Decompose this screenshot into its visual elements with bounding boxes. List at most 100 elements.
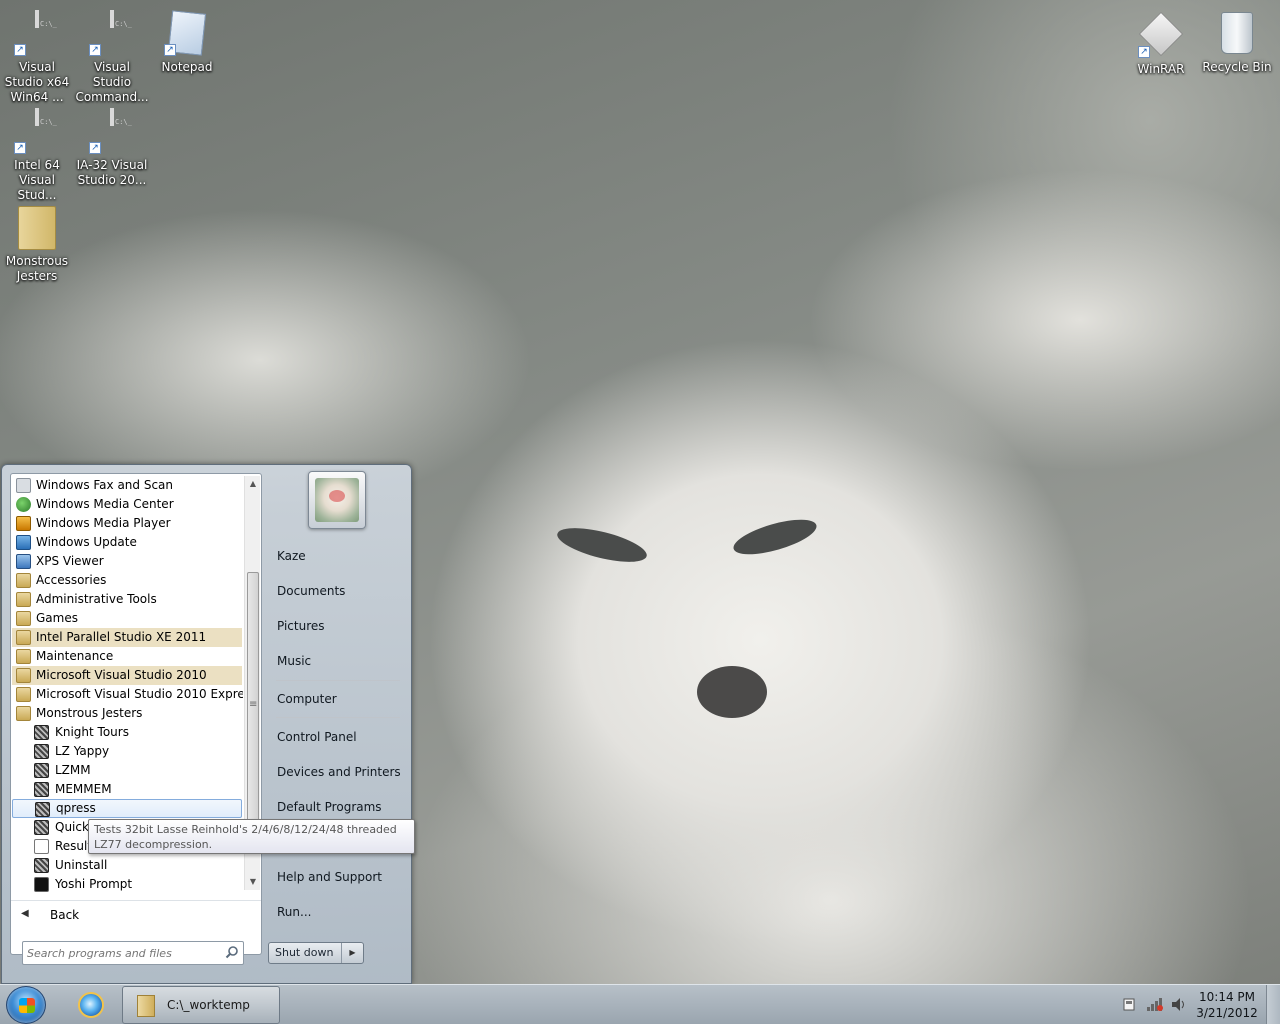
program-folder-maintenance[interactable]: Maintenance	[12, 647, 242, 666]
scroll-down-arrow-icon[interactable]: ▼	[245, 874, 261, 890]
program-label: Knight Tours	[55, 725, 129, 739]
program-label: Games	[36, 611, 78, 625]
program-item-media-player[interactable]: Windows Media Player	[12, 514, 242, 533]
folder-icon	[16, 611, 31, 626]
program-item-media-center[interactable]: Windows Media Center	[12, 495, 242, 514]
shutdown-options-arrow-icon[interactable]: ▶	[341, 943, 363, 963]
back-label: Back	[50, 908, 80, 922]
shortcut-arrow-icon: ↗	[89, 44, 101, 56]
program-item-windows-update[interactable]: Windows Update	[12, 533, 242, 552]
network-icon[interactable]	[1146, 997, 1164, 1012]
program-item-uninstall[interactable]: Uninstall	[12, 856, 242, 875]
search-box[interactable]	[22, 941, 244, 965]
folder-icon	[16, 630, 31, 645]
program-item-memmem[interactable]: MEMMEM	[12, 780, 242, 799]
program-item-qpress[interactable]: qpress	[12, 799, 242, 818]
start-link-control-panel[interactable]: Control Panel	[268, 723, 408, 751]
media-player-icon	[16, 516, 31, 531]
show-desktop-button[interactable]	[1266, 985, 1280, 1024]
app-icon	[34, 725, 49, 740]
program-label: Accessories	[36, 573, 107, 587]
shortcut-arrow-icon: ↗	[14, 44, 26, 56]
shutdown-label: Shut down	[275, 946, 334, 959]
desktop-icon-vs-x64-prompt[interactable]: ↗ Visual Studio x64 Win64 ...	[0, 10, 74, 105]
program-label: qpress	[56, 801, 96, 815]
desktop-icon-label: Notepad	[161, 60, 213, 74]
shutdown-button[interactable]: Shut down ▶	[268, 942, 364, 964]
desktop-icon-winrar[interactable]: ↗ WinRAR	[1124, 11, 1198, 77]
app-icon	[34, 782, 49, 797]
start-link-computer[interactable]: Computer	[268, 685, 408, 713]
desktop-icon-label: Recycle Bin	[1202, 60, 1272, 74]
taskbar-explorer-window-button[interactable]: C:\_worktemp	[122, 986, 280, 1024]
program-item-lz-yappy[interactable]: LZ Yappy	[12, 742, 242, 761]
wallpaper-fox-left-eye	[554, 521, 650, 569]
program-label: Windows Media Center	[36, 497, 174, 511]
program-folder-administrative-tools[interactable]: Administrative Tools	[12, 590, 242, 609]
folder-icon	[16, 668, 31, 683]
desktop-icon-vs-command-prompt[interactable]: ↗ Visual Studio Command...	[75, 10, 149, 105]
back-button[interactable]: ◀ Back	[11, 900, 261, 928]
scroll-thumb[interactable]	[247, 572, 259, 850]
fax-icon	[16, 478, 31, 493]
program-label: LZ Yappy	[55, 744, 110, 758]
desktop-icon-recycle-bin[interactable]: Recycle Bin	[1200, 12, 1274, 75]
command-prompt-icon	[110, 10, 114, 28]
search-icon[interactable]	[225, 945, 239, 959]
scroll-up-arrow-icon[interactable]: ▲	[245, 476, 261, 492]
start-button[interactable]	[6, 986, 46, 1024]
start-link-run[interactable]: Run...	[268, 898, 408, 926]
recycle-bin-icon	[1221, 12, 1253, 54]
command-prompt-icon	[35, 108, 39, 126]
desktop-icon-ia32-prompt[interactable]: ↗ IA-32 Visual Studio 20...	[75, 108, 149, 188]
clock-date[interactable]: 3/21/2012	[1192, 1006, 1262, 1020]
start-link-devices-printers[interactable]: Devices and Printers	[268, 758, 408, 786]
wallpaper-fox-right-eye	[730, 512, 820, 562]
taskbar-internet-explorer-button[interactable]	[62, 986, 120, 1024]
app-icon	[34, 820, 49, 835]
program-folder-accessories[interactable]: Accessories	[12, 571, 242, 590]
taskbar-window-label: C:\_worktemp	[167, 998, 250, 1012]
start-link-help-support[interactable]: Help and Support	[268, 863, 408, 891]
program-label: Windows Update	[36, 535, 137, 549]
start-link-pictures[interactable]: Pictures	[268, 612, 408, 640]
desktop-icon-label: Visual Studio Command...	[75, 60, 149, 104]
program-label: Microsoft Visual Studio 2010 Express	[36, 687, 243, 701]
folder-icon	[137, 995, 155, 1017]
wallpaper-fox-nose	[697, 666, 767, 718]
program-label: Administrative Tools	[36, 592, 157, 606]
volume-icon[interactable]	[1171, 997, 1187, 1012]
program-item-fax-scan[interactable]: Windows Fax and Scan	[12, 476, 242, 495]
program-folder-monstrous-jesters[interactable]: Monstrous Jesters	[12, 704, 242, 723]
action-center-flag-icon[interactable]	[1122, 997, 1136, 1012]
desktop-icon-label: Monstrous Jesters	[5, 254, 69, 283]
app-icon	[34, 763, 49, 778]
clock-time[interactable]: 10:14 PM	[1192, 990, 1262, 1004]
program-item-xps-viewer[interactable]: XPS Viewer	[12, 552, 242, 571]
app-icon	[35, 802, 50, 817]
program-folder-visual-studio-2010[interactable]: Microsoft Visual Studio 2010	[12, 666, 242, 685]
program-label: LZMM	[55, 763, 91, 777]
desktop-icon-intel64-prompt[interactable]: ↗ Intel 64 Visual Stud...	[0, 108, 74, 203]
uninstall-icon	[34, 858, 49, 873]
program-tooltip: Tests 32bit Lasse Reinhold's 2/4/6/8/12/…	[88, 819, 415, 854]
program-label: Monstrous Jesters	[36, 706, 143, 720]
start-link-documents[interactable]: Documents	[268, 577, 408, 605]
desktop-icon-notepad[interactable]: ↗ Notepad	[150, 10, 224, 75]
start-link-music[interactable]: Music	[268, 647, 408, 675]
search-input[interactable]	[27, 944, 217, 962]
program-folder-intel-parallel-studio[interactable]: Intel Parallel Studio XE 2011	[12, 628, 242, 647]
user-picture[interactable]	[308, 471, 366, 529]
start-link-user[interactable]: Kaze	[268, 542, 408, 570]
desktop-icon-monstrous-jesters[interactable]: Monstrous Jesters	[0, 206, 74, 284]
program-item-lzmm[interactable]: LZMM	[12, 761, 242, 780]
app-icon	[34, 744, 49, 759]
shortcut-arrow-icon: ↗	[14, 142, 26, 154]
shortcut-arrow-icon: ↗	[1138, 46, 1150, 58]
program-item-yoshi-prompt[interactable]: Yoshi Prompt	[12, 875, 242, 892]
program-item-knight-tours[interactable]: Knight Tours	[12, 723, 242, 742]
program-folder-games[interactable]: Games	[12, 609, 242, 628]
start-link-default-programs[interactable]: Default Programs	[268, 793, 408, 821]
program-folder-visual-studio-express[interactable]: Microsoft Visual Studio 2010 Express	[12, 685, 243, 704]
command-prompt-icon	[35, 10, 39, 28]
